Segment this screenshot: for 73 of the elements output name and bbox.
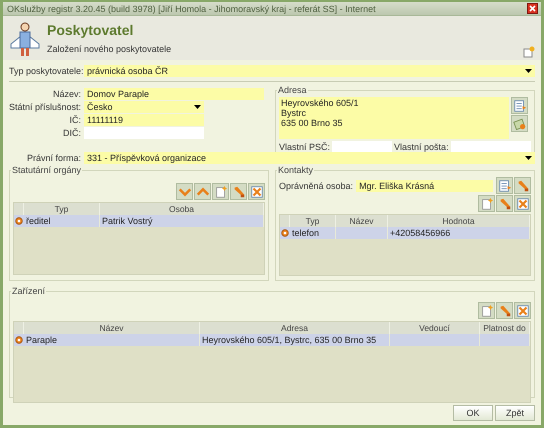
table-row[interactable]: ředitel Patrik Vostrý <box>14 215 264 227</box>
table-row[interactable]: telefon +42058456966 <box>280 227 530 239</box>
address-field[interactable]: Heyrovského 605/1 Bystrc 635 00 Brno 35 <box>279 97 509 139</box>
field-label: Vlastní pošta: <box>394 142 449 152</box>
cross-page-icon <box>250 184 264 198</box>
row-marker-icon <box>15 217 23 225</box>
input-field[interactable] <box>450 141 531 153</box>
cross-page-icon <box>516 196 530 210</box>
window-title: OKslužby registr 3.20.45 (build 3978) [Jiří Homola - Jihomoravský kraj - referát SS] - Internet <box>7 4 376 14</box>
edit-button[interactable] <box>514 177 531 194</box>
field-label: DIČ: <box>62 128 81 138</box>
wrench-icon <box>498 196 512 210</box>
row-marker-icon <box>281 229 289 237</box>
input-field[interactable]: Mgr. Eliška Krásná <box>356 180 493 192</box>
input-field[interactable] <box>332 141 392 153</box>
field-label: Státní příslušnost: <box>9 102 81 112</box>
delete-button[interactable] <box>514 302 531 319</box>
field-label: IČ: <box>68 114 81 124</box>
edit-button[interactable] <box>496 195 513 212</box>
certificate-button[interactable] <box>511 115 528 132</box>
section-legend: Zařízení <box>11 286 46 296</box>
new-page-icon <box>480 196 494 210</box>
field-label: Právní forma: <box>26 152 81 162</box>
table-cell: Paraple <box>24 334 200 346</box>
pick-button[interactable] <box>496 177 513 194</box>
table-cell: Patrik Vostrý <box>100 215 264 227</box>
move-down-button[interactable] <box>176 183 193 200</box>
dropdown-field[interactable]: právnická osoba ČR <box>84 64 535 76</box>
add-button[interactable] <box>212 183 229 200</box>
note-icon[interactable] <box>523 46 535 58</box>
delete-button[interactable] <box>248 183 265 200</box>
field-label: Vlastní PSČ: <box>279 142 330 152</box>
section-legend: Statutární orgány <box>11 165 82 175</box>
caret-icon <box>525 68 532 72</box>
cross-page-icon <box>516 304 530 318</box>
new-page-icon <box>480 304 494 318</box>
delete-button[interactable] <box>514 195 531 212</box>
new-page-icon <box>214 184 228 198</box>
wrench-icon <box>232 184 246 198</box>
caret-icon <box>525 156 532 160</box>
table-cell: Heyrovského 605/1, Bystrc, 635 00 Brno 35 <box>200 334 390 346</box>
row-marker-icon <box>15 336 23 344</box>
input-field[interactable]: Domov Paraple <box>84 88 264 100</box>
list-icon <box>498 178 512 192</box>
dropdown-field[interactable]: 331 - Příspěvková organizace <box>84 152 535 164</box>
page-title: Poskytovatel <box>47 22 134 38</box>
move-up-button[interactable] <box>194 183 211 200</box>
field-label: Oprávněná osoba: <box>279 180 354 190</box>
caret-icon <box>194 104 201 108</box>
page-subtitle: Založení nového poskytovatele <box>47 44 172 54</box>
wrench-icon <box>498 304 512 318</box>
dropdown-field[interactable]: Česko <box>84 100 204 112</box>
section-legend: Adresa <box>277 85 308 95</box>
list-icon <box>512 98 526 112</box>
field-label: Typ poskytovatele: <box>9 66 81 76</box>
input-field[interactable]: 11111119 <box>84 114 204 126</box>
certificate-icon <box>512 116 526 130</box>
edit-button[interactable] <box>496 302 513 319</box>
pick-button[interactable] <box>511 97 528 114</box>
table-row[interactable]: Paraple Heyrovského 605/1, Bystrc, 635 00 Brno 35 <box>14 334 530 346</box>
add-button[interactable] <box>478 195 495 212</box>
field-label: Název: <box>52 88 81 98</box>
input-field[interactable] <box>84 126 204 138</box>
table-cell: +42058456966 <box>388 227 530 239</box>
edit-button[interactable] <box>230 183 247 200</box>
dialog-button[interactable]: OK <box>453 405 493 421</box>
close-icon[interactable] <box>527 3 538 14</box>
table-cell: telefon <box>290 227 336 239</box>
dialog-button[interactable]: Zpět <box>495 405 535 421</box>
table-cell: ředitel <box>24 215 100 227</box>
wrench-icon <box>516 178 530 192</box>
section-legend: Kontakty <box>277 165 314 175</box>
add-button[interactable] <box>478 302 495 319</box>
